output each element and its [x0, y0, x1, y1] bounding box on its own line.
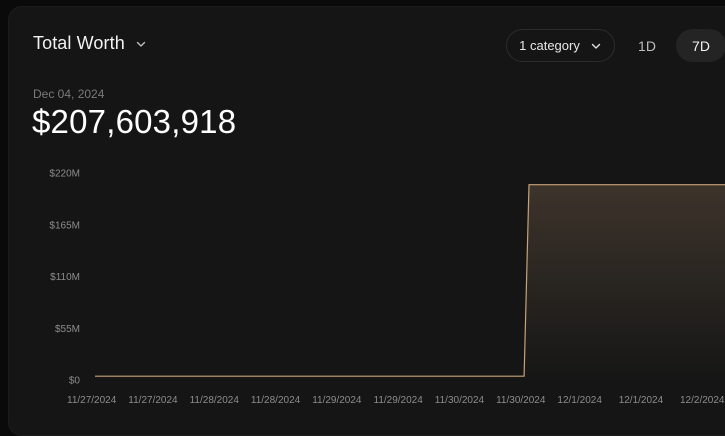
chart-area-fill	[95, 184, 725, 380]
x-tick-label: 11/27/2024	[67, 395, 117, 406]
x-tick-label: 12/1/2024	[557, 395, 602, 406]
y-tick-label: $0	[69, 376, 81, 387]
y-tick-label: $110M	[50, 272, 80, 283]
y-tick-label: $220M	[49, 169, 80, 180]
x-tick-label: 12/1/2024	[619, 395, 664, 406]
x-tick-label: 11/29/2024	[312, 395, 362, 406]
x-tick-label: 11/29/2024	[374, 395, 424, 406]
x-tick-label: 11/28/2024	[190, 395, 240, 406]
worth-area-chart: $220M $165M $110M $55M $0 11/27/2024 11/27/20…	[49, 169, 725, 406]
x-tick-label: 11/30/2024	[435, 395, 485, 406]
x-tick-label: 12/2/2024	[680, 395, 725, 406]
x-tick-label: 11/28/2024	[251, 395, 301, 406]
y-tick-label: $165M	[49, 220, 80, 231]
y-tick-label: $55M	[55, 324, 80, 335]
x-tick-label: 11/27/2024	[128, 395, 178, 406]
x-tick-label: 11/30/2024	[496, 395, 546, 406]
total-worth-card: Total Worth 1 category 1D 7D Dec 04, 202…	[8, 6, 725, 436]
